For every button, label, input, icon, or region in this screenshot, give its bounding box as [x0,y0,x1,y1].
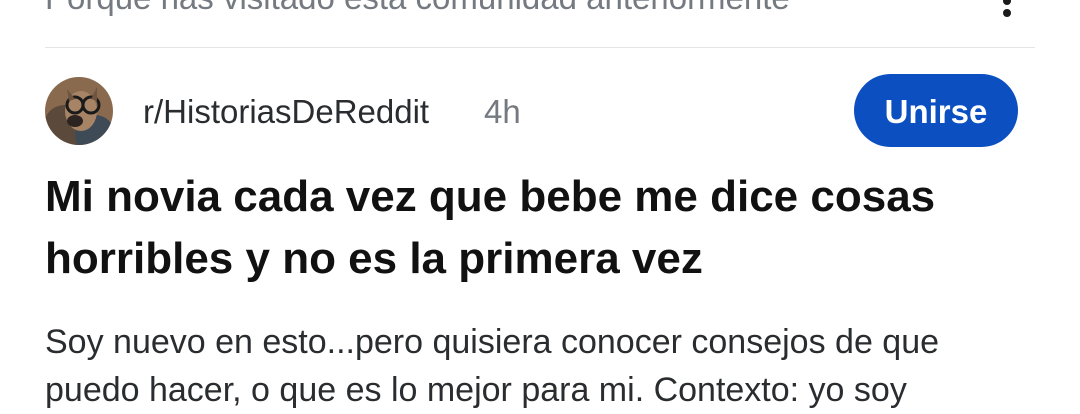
post-age: 4h [484,93,521,130]
more-vertical-icon [1003,0,1011,5]
post-body-preview[interactable]: Soy nuevo en esto...pero quisiera conoce… [45,318,1035,414]
recommendation-reason: Porque has visitado esta comunidad anter… [45,0,945,18]
subreddit-avatar-icon[interactable] [45,77,113,145]
more-vertical-icon-dot [1003,9,1011,17]
post-title[interactable]: Mi novia cada vez que bebe me dice cosas… [45,166,1035,290]
divider [45,47,1035,48]
subreddit-name-link[interactable]: r/HistoriasDeReddit [143,92,429,132]
more-options-button[interactable] [992,0,1022,24]
join-button[interactable]: Unirse [854,74,1018,147]
